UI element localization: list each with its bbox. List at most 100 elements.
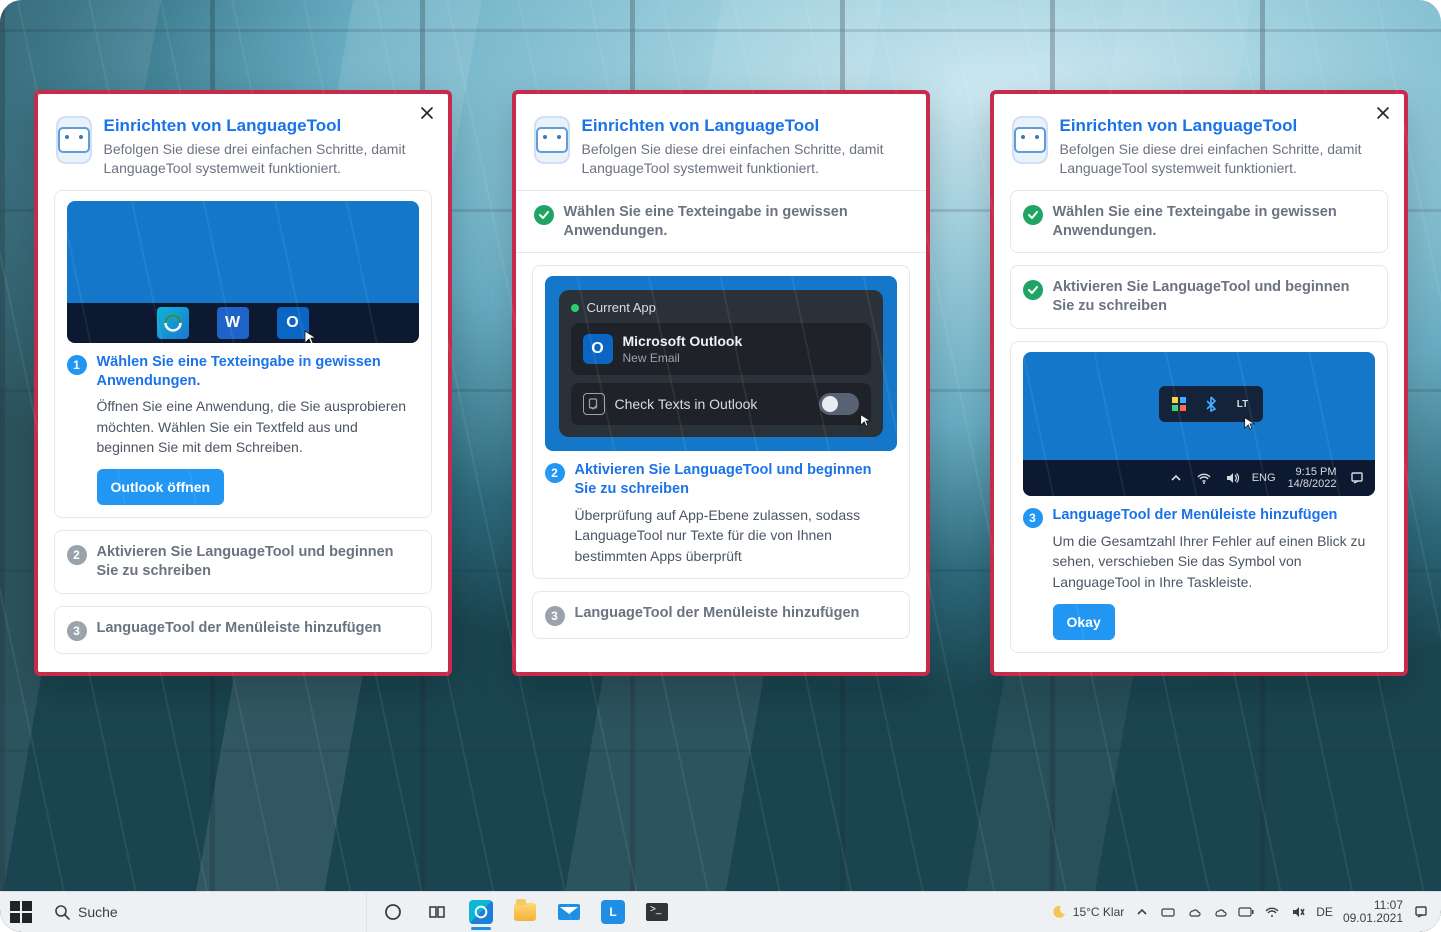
mail-icon: [558, 904, 580, 920]
onedrive-icon[interactable]: [1186, 904, 1202, 920]
document-check-icon: [583, 393, 605, 415]
tray-time: 9:15 PM: [1288, 466, 1337, 478]
step3-body: Um die Gesamtzahl Ihrer Fehler auf einen…: [1053, 531, 1375, 592]
check-icon: [534, 205, 554, 225]
step2-done-title: Aktivieren Sie LanguageTool und beginnen…: [1053, 278, 1375, 316]
lt-mascot-icon: [1012, 116, 1048, 164]
taskbar-app-languagetool[interactable]: [595, 894, 631, 930]
step2-body: Überprüfung auf App-Ebene zulassen, soda…: [575, 505, 897, 566]
check-icon: [1023, 280, 1043, 300]
step1-done-title: Wählen Sie eine Texteingabe in gewissen …: [1053, 203, 1375, 241]
keyboard-icon[interactable]: [1160, 904, 1176, 920]
taskbar-app-explorer[interactable]: [507, 894, 543, 930]
cortana-icon[interactable]: [375, 894, 411, 930]
card-title: Einrichten von LanguageTool: [104, 116, 428, 136]
step2-number: 2: [67, 545, 87, 565]
start-button[interactable]: [0, 892, 42, 932]
edge-icon: [157, 307, 189, 339]
terminal-icon: [646, 903, 668, 921]
search-icon: [54, 904, 70, 920]
app-sub: New Email: [623, 351, 743, 365]
notification-center-icon[interactable]: [1413, 904, 1429, 920]
step2-title: Aktivieren Sie LanguageTool und beginnen…: [575, 461, 897, 499]
step3-inactive-title: LanguageTool der Menüleiste hinzufügen: [97, 619, 382, 638]
onboarding-cards: Einrichten von LanguageTool Befolgen Sie…: [0, 90, 1441, 676]
chevron-up-icon[interactable]: [1134, 904, 1150, 920]
step1-done-row: Wählen Sie eine Texteingabe in gewissen …: [532, 203, 910, 241]
word-icon: W: [217, 307, 249, 339]
divider: [516, 190, 926, 191]
onboarding-card-step2: Einrichten von LanguageTool Befolgen Sie…: [512, 90, 930, 676]
toggle-switch[interactable]: [819, 393, 859, 415]
battery-icon[interactable]: [1238, 904, 1254, 920]
taskbar-weather[interactable]: 15°C Klar: [1051, 904, 1125, 920]
step3-inactive-panel[interactable]: 3 LanguageTool der Menüleiste hinzufügen: [54, 606, 432, 654]
edge-icon: [469, 900, 493, 924]
step2-inactive-title: Aktivieren Sie LanguageTool und beginnen…: [97, 543, 419, 581]
step3-inactive-title: LanguageTool der Menüleiste hinzufügen: [575, 604, 860, 623]
okay-button[interactable]: Okay: [1053, 604, 1115, 640]
onboarding-card-step3: Einrichten von LanguageTool Befolgen Sie…: [990, 90, 1408, 676]
volume-icon: [1224, 470, 1240, 486]
close-button[interactable]: [416, 102, 438, 124]
cursor-icon: [1243, 416, 1257, 430]
step3-inactive-panel[interactable]: 3 LanguageTool der Menüleiste hinzufügen: [532, 591, 910, 639]
open-outlook-button[interactable]: Outlook öffnen: [97, 469, 225, 505]
card-title: Einrichten von LanguageTool: [582, 116, 906, 136]
step1-illustration: W O: [67, 201, 419, 343]
moon-icon: [1051, 904, 1067, 920]
desktop: Einrichten von LanguageTool Befolgen Sie…: [0, 0, 1441, 932]
card-subtitle: Befolgen Sie diese drei einfachen Schrit…: [104, 140, 428, 178]
card-subtitle: Befolgen Sie diese drei einfachen Schrit…: [1060, 140, 1384, 178]
cursor-icon: [859, 413, 873, 427]
step2-done-panel: Aktivieren Sie LanguageTool und beginnen…: [1010, 265, 1388, 329]
wifi-icon: [1196, 470, 1212, 486]
card-subtitle: Befolgen Sie diese drei einfachen Schrit…: [582, 140, 906, 178]
taskbar-clock[interactable]: 11:07 09.01.2021: [1343, 899, 1403, 925]
check-icon: [1023, 205, 1043, 225]
step2-inactive-panel[interactable]: 2 Aktivieren Sie LanguageTool und beginn…: [54, 530, 432, 594]
step1-body: Öffnen Sie eine Anwendung, die Sie auspr…: [97, 396, 419, 457]
card-title: Einrichten von LanguageTool: [1060, 116, 1384, 136]
notification-icon: [1349, 470, 1365, 486]
step1-title: Wählen Sie eine Texteingabe in gewissen …: [97, 353, 419, 391]
lt-icon: [601, 900, 625, 924]
lt-tray-icon: LT: [1233, 394, 1253, 414]
close-button[interactable]: [1372, 102, 1394, 124]
divider: [516, 252, 926, 253]
volume-icon[interactable]: [1290, 904, 1306, 920]
windows-taskbar: Suche 15°C Klar DE 11:: [0, 891, 1441, 932]
status-dot-icon: [571, 304, 579, 312]
taskbar-app-terminal[interactable]: [639, 894, 675, 930]
outlook-icon: O: [583, 334, 613, 364]
cursor-icon: [303, 329, 319, 343]
illustration-taskbar: ENG 9:15 PM 14/8/2022: [1023, 460, 1375, 496]
cloud-sync-icon[interactable]: [1212, 904, 1228, 920]
step1-done-panel: Wählen Sie eine Texteingabe in gewissen …: [1010, 190, 1388, 254]
taskbar-app-mail[interactable]: [551, 894, 587, 930]
step3-number: 3: [67, 621, 87, 641]
outlook-icon: O: [277, 307, 309, 339]
step3-number: 3: [1023, 508, 1043, 528]
step3-illustration: LT ENG 9:15 PM 14/8/2022: [1023, 352, 1375, 496]
tray-popup: LT: [1159, 386, 1263, 422]
windows-logo-icon: [10, 901, 32, 923]
app-name: Microsoft Outlook: [623, 333, 743, 349]
onboarding-card-step1: Einrichten von LanguageTool Befolgen Sie…: [34, 90, 452, 676]
clock-date: 09.01.2021: [1343, 912, 1403, 925]
taskbar-search[interactable]: Suche: [42, 892, 367, 932]
task-view-icon[interactable]: [419, 894, 455, 930]
step1-panel: W O 1 Wählen Sie eine Texteingabe in gew…: [54, 190, 432, 519]
wifi-icon[interactable]: [1264, 904, 1280, 920]
search-placeholder: Suche: [78, 904, 118, 920]
step3-title: LanguageTool der Menüleiste hinzufügen: [1053, 506, 1375, 525]
weather-text: 15°C Klar: [1073, 905, 1125, 919]
step1-done-title: Wählen Sie eine Texteingabe in gewissen …: [564, 203, 908, 241]
step2-panel: Current App O Microsoft Outlook New Emai…: [532, 265, 910, 579]
lang-indicator: ENG: [1252, 472, 1276, 484]
lang-indicator[interactable]: DE: [1316, 905, 1333, 919]
step3-number: 3: [545, 606, 565, 626]
taskbar-app-edge[interactable]: [463, 894, 499, 930]
check-texts-toggle-row[interactable]: Check Texts in Outlook: [571, 383, 871, 425]
current-app-card: O Microsoft Outlook New Email: [571, 323, 871, 375]
